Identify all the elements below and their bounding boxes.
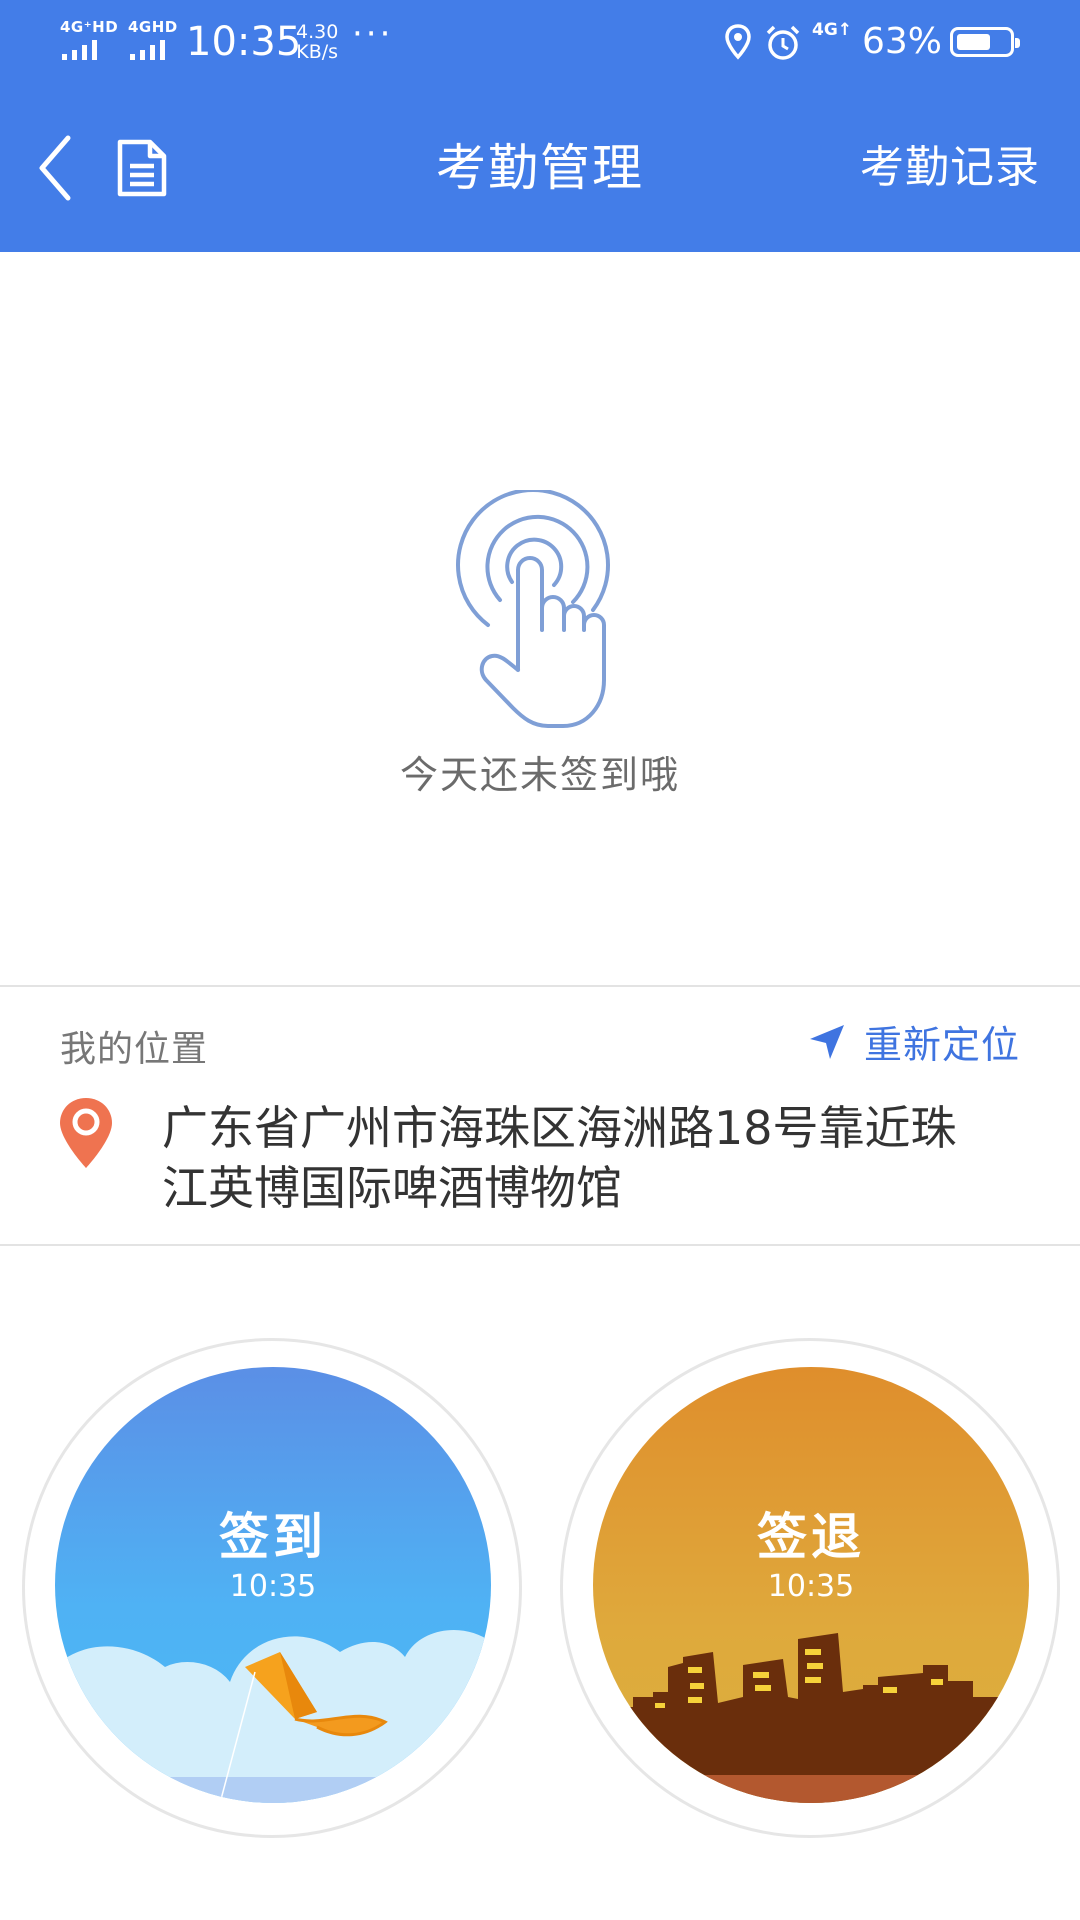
sim1-network-label: 4G⁺HD	[60, 18, 119, 36]
tap-hand-icon	[456, 490, 610, 728]
check-out-time: 10:35	[767, 1569, 855, 1604]
battery-icon	[950, 27, 1020, 57]
check-in-circle[interactable]: 签到 10:35	[55, 1367, 491, 1803]
sim2-signal-icon: 4GHD	[126, 18, 184, 62]
network-speed: 4.30 KB/s	[296, 22, 338, 62]
check-out-circle[interactable]: 签退 10:35	[593, 1367, 1029, 1803]
more-notifications-icon: ···	[352, 14, 394, 54]
location-status-icon	[725, 24, 751, 60]
status-bar: 4G⁺HD 4GHD 10:35 4.30 KB/s ··· 4G↑ 63%	[0, 0, 1080, 86]
mobile-data-icon: 4G↑	[812, 20, 853, 40]
sim1-signal-icon: 4G⁺HD	[58, 18, 119, 62]
network-speed-value: 4.30	[296, 21, 339, 43]
battery-percent: 63%	[862, 21, 943, 62]
header-bar: 4G⁺HD 4GHD 10:35 4.30 KB/s ··· 4G↑ 63% 考…	[0, 0, 1080, 252]
map-pin-icon	[60, 1098, 112, 1168]
alarm-icon	[766, 25, 800, 60]
my-location-label: 我的位置	[60, 1029, 209, 1070]
network-speed-unit: KB/s	[296, 41, 339, 63]
relocate-button[interactable]: 重新定位	[808, 1014, 1020, 1069]
check-in-button[interactable]: 签到 10:35	[22, 1338, 522, 1838]
navigation-arrow-icon	[809, 1024, 844, 1059]
status-time: 10:35	[186, 19, 302, 65]
relocate-label: 重新定位	[863, 1023, 1020, 1067]
current-address: 广东省广州市海珠区海洲路18号靠近珠江英博国际啤酒博物馆	[162, 1101, 957, 1215]
check-out-button[interactable]: 签退 10:35	[560, 1338, 1060, 1838]
check-in-time: 10:35	[229, 1569, 317, 1604]
divider	[0, 1244, 1080, 1246]
sim2-network-label: 4GHD	[128, 18, 178, 36]
divider	[0, 985, 1080, 987]
battery-level-fill	[957, 34, 990, 50]
check-in-label: 签到	[219, 1508, 327, 1566]
check-out-label: 签退	[757, 1508, 865, 1566]
not-signed-in-text: 今天还未签到哦	[399, 753, 680, 797]
attendance-records-link[interactable]: 考勤记录	[860, 140, 1040, 196]
